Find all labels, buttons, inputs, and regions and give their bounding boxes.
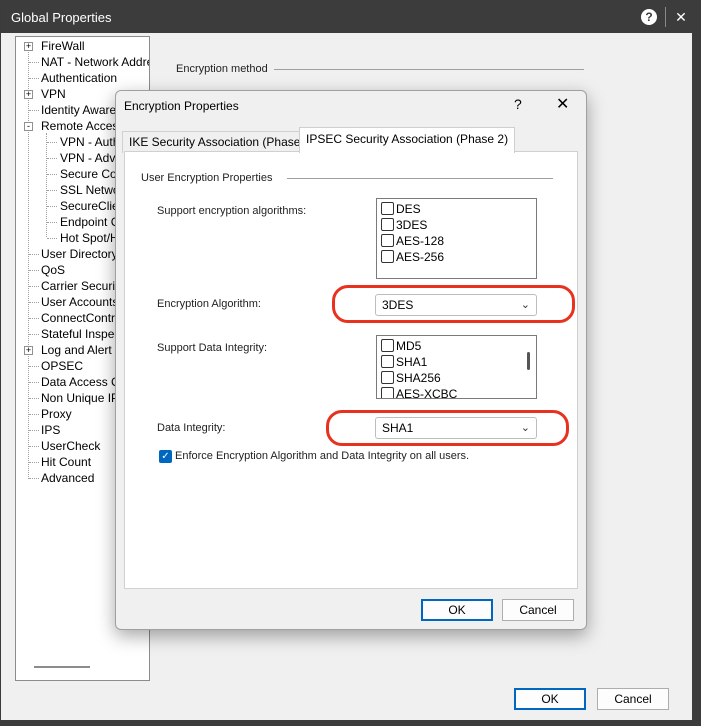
- expander-log-and-alert-icon[interactable]: +: [24, 346, 33, 355]
- list-item[interactable]: DES: [381, 201, 421, 217]
- algorithms-listbox[interactable]: DES 3DES AES-128 AES-256: [376, 198, 537, 279]
- window-title-bar: Global Properties ? ✕: [1, 1, 700, 33]
- window-right-border: [692, 33, 700, 725]
- algorithm-label: DES: [396, 202, 421, 216]
- checkbox-sha1[interactable]: [381, 355, 394, 368]
- title-separator: [665, 7, 666, 27]
- list-item[interactable]: SHA1: [381, 354, 427, 370]
- help-icon[interactable]: ?: [641, 9, 657, 25]
- tree-item-nat[interactable]: NAT - Network Addres: [41, 54, 149, 70]
- tree-item-carrier-security[interactable]: Carrier Security: [41, 278, 124, 294]
- tree-horizontal-scrollbar[interactable]: [34, 666, 90, 668]
- algorithm-label: AES-256: [396, 250, 445, 264]
- tree-item-qos[interactable]: QoS: [41, 262, 65, 278]
- tab-ike-phase1[interactable]: IKE Security Association (Phase 1): [122, 131, 322, 153]
- ipsec-tab-panel: User Encryption Properties Support encry…: [124, 151, 578, 589]
- data-integrity-value: SHA1: [382, 421, 414, 435]
- encryption-algorithm-value: 3DES: [382, 298, 414, 312]
- list-item[interactable]: MD5: [381, 338, 421, 354]
- tree-item-log-and-alert[interactable]: Log and Alert: [41, 342, 112, 358]
- integrity-label: AES-XCBC: [396, 387, 458, 399]
- algorithm-label: 3DES: [396, 218, 428, 232]
- integrity-scrollbar[interactable]: [527, 352, 530, 370]
- window-bottom-border: [1, 720, 700, 725]
- encryption-properties-dialog: Encryption Properties ? ✕ IKE Security A…: [115, 90, 587, 630]
- group-divider: [287, 178, 553, 179]
- close-icon[interactable]: ✕: [673, 7, 689, 27]
- checkbox-aes-256[interactable]: [381, 250, 394, 263]
- tree-item-user-accounts[interactable]: User Accounts: [41, 294, 118, 310]
- checkbox-des[interactable]: [381, 202, 394, 215]
- ok-button[interactable]: OK: [514, 688, 586, 710]
- dialog-help-icon[interactable]: ?: [514, 96, 522, 112]
- tree-item-connectcontrol[interactable]: ConnectControl: [41, 310, 124, 326]
- integrity-label: MD5: [396, 339, 422, 353]
- cancel-button[interactable]: Cancel: [597, 688, 669, 710]
- tree-item-opsec[interactable]: OPSEC: [41, 358, 83, 374]
- checkbox-3des[interactable]: [381, 218, 394, 231]
- window-title: Global Properties: [11, 10, 112, 25]
- integrity-label: SHA256: [396, 371, 441, 385]
- data-integrity-select[interactable]: SHA1 ⌄: [375, 417, 537, 439]
- tree-item-vpn-advanced[interactable]: VPN - Adva: [60, 150, 122, 166]
- integrity-listbox[interactable]: MD5 SHA1 SHA256 AES-XCBC: [376, 335, 537, 399]
- enforce-label: Enforce Encryption Algorithm and Data In…: [175, 450, 470, 462]
- checkbox-aes-128[interactable]: [381, 234, 394, 247]
- chevron-down-icon: ⌄: [520, 422, 530, 434]
- tree-item-stateful-inspection[interactable]: Stateful Inspecti: [41, 326, 126, 342]
- checkbox-sha256[interactable]: [381, 371, 394, 384]
- enforce-checkbox[interactable]: ✓: [159, 450, 172, 463]
- encryption-algorithm-label: Encryption Algorithm:: [157, 298, 261, 310]
- expander-vpn-icon[interactable]: +: [24, 90, 33, 99]
- dialog-title: Encryption Properties: [124, 99, 239, 113]
- tree-item-user-directory[interactable]: User Directory: [41, 246, 118, 262]
- dialog-cancel-button[interactable]: Cancel: [502, 599, 574, 621]
- dialog-close-icon[interactable]: ✕: [556, 94, 569, 114]
- tree-item-hit-count[interactable]: Hit Count: [41, 454, 91, 470]
- list-item[interactable]: AES-XCBC: [381, 386, 458, 399]
- encryption-method-label: Encryption method: [176, 63, 268, 75]
- tree-item-data-access-control[interactable]: Data Access Co: [41, 374, 126, 390]
- encryption-algorithm-select[interactable]: 3DES ⌄: [375, 294, 537, 316]
- expander-firewall-icon[interactable]: +: [24, 42, 33, 51]
- tree-item-ips[interactable]: IPS: [41, 422, 60, 438]
- encryption-method-divider: [274, 69, 584, 70]
- tab-ipsec-phase2[interactable]: IPSEC Security Association (Phase 2): [299, 127, 516, 153]
- list-item[interactable]: AES-128: [381, 233, 444, 249]
- tree-item-proxy[interactable]: Proxy: [41, 406, 72, 422]
- list-item[interactable]: AES-256: [381, 249, 444, 265]
- tree-item-remote-access[interactable]: Remote Access: [41, 118, 124, 134]
- list-item[interactable]: SHA256: [381, 370, 441, 386]
- tree-item-firewall[interactable]: FireWall: [41, 38, 85, 54]
- checkbox-aes-xcbc[interactable]: [381, 387, 394, 398]
- tree-item-usercheck[interactable]: UserCheck: [41, 438, 100, 454]
- integrity-label: SHA1: [396, 355, 428, 369]
- tree-item-advanced[interactable]: Advanced: [41, 470, 94, 486]
- chevron-down-icon: ⌄: [520, 299, 530, 311]
- checkbox-md5[interactable]: [381, 339, 394, 352]
- tree-item-vpn[interactable]: VPN: [41, 86, 66, 102]
- tree-item-authentication[interactable]: Authentication: [41, 70, 117, 86]
- support-algorithms-label: Support encryption algorithms:: [157, 205, 307, 217]
- data-integrity-label: Data Integrity:: [157, 422, 226, 434]
- expander-remote-access-icon[interactable]: -: [24, 122, 33, 131]
- dialog-ok-button[interactable]: OK: [421, 599, 493, 621]
- list-item[interactable]: 3DES: [381, 217, 427, 233]
- algorithm-label: AES-128: [396, 234, 445, 248]
- group-title: User Encryption Properties: [141, 172, 273, 184]
- support-integrity-label: Support Data Integrity:: [157, 342, 268, 354]
